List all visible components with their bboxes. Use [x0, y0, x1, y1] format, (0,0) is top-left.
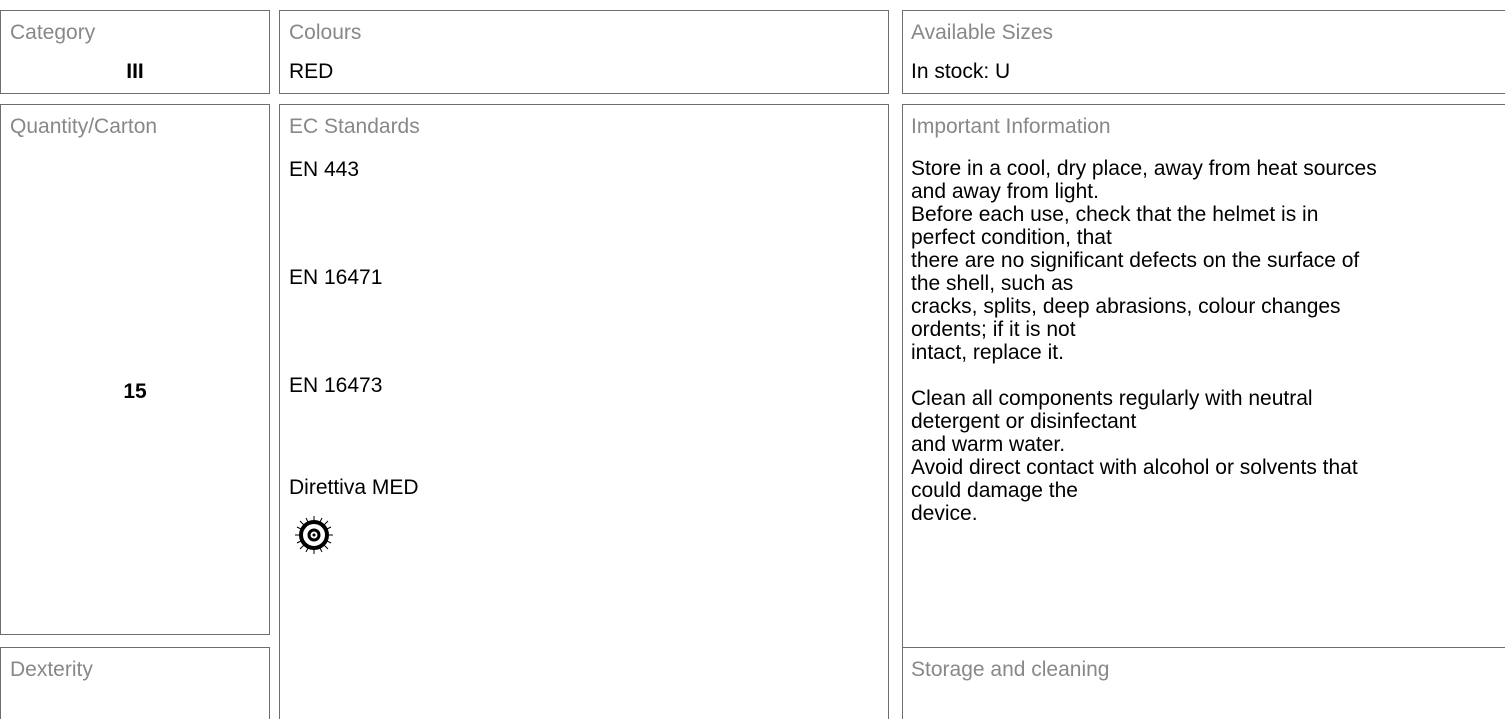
category-box: Category III — [0, 10, 270, 94]
quantity-box: Quantity/Carton 15 — [0, 104, 270, 635]
standard-item: EN 16473 — [289, 374, 383, 397]
category-label: Category — [10, 21, 96, 44]
standard-item: EN 443 — [289, 158, 360, 181]
info-line: there are no significant defects on the … — [911, 249, 1360, 272]
storage-label: Storage and cleaning — [911, 658, 1110, 681]
sizes-value: In stock: U — [911, 60, 1011, 83]
info-line: intact, replace it. — [911, 341, 1064, 364]
sizes-label: Available Sizes — [911, 21, 1054, 44]
dexterity-label: Dexterity — [10, 658, 93, 681]
standard-item: Direttiva MED — [289, 476, 419, 499]
storage-box: Storage and cleaning — [902, 647, 1505, 719]
colours-label: Colours — [289, 21, 362, 44]
colours-value: RED — [289, 60, 334, 83]
wheel-mark-icon — [295, 516, 333, 554]
important-info-box: Important Information Store in a cool, d… — [902, 104, 1505, 648]
important-info-text: Store in a cool, dry place, away from he… — [911, 157, 1377, 525]
info-line — [911, 364, 1377, 387]
info-line: Store in a cool, dry place, away from he… — [911, 157, 1377, 180]
important-info-label: Important Information — [911, 115, 1111, 138]
info-line: Clean all components regularly with neut… — [911, 387, 1313, 410]
colours-box: Colours RED — [279, 10, 889, 94]
info-line: and away from light. — [911, 180, 1099, 203]
dexterity-box: Dexterity — [0, 647, 270, 719]
standards-box: EC Standards EN 443 EN 16471 EN 16473 Di… — [279, 104, 889, 719]
standard-item: EN 16471 — [289, 266, 383, 289]
quantity-value: 15 — [123, 380, 147, 403]
info-line: perfect condition, that — [911, 226, 1112, 249]
category-value: III — [126, 60, 144, 83]
info-line: Before each use, check that the helmet i… — [911, 203, 1319, 226]
standards-label: EC Standards — [289, 115, 420, 138]
info-line: ordents; if it is not — [911, 318, 1076, 341]
info-line: and warm water. — [911, 433, 1066, 456]
info-line: could damage the — [911, 479, 1078, 502]
sizes-box: Available Sizes In stock: U — [902, 10, 1505, 94]
quantity-label: Quantity/Carton — [10, 115, 158, 138]
info-line: Avoid direct contact with alcohol or sol… — [911, 456, 1358, 479]
info-line: the shell, such as — [911, 272, 1074, 295]
info-line: detergent or disinfectant — [911, 410, 1137, 433]
info-line: cracks, splits, deep abrasions, colour c… — [911, 295, 1341, 318]
info-line: device. — [911, 502, 978, 525]
